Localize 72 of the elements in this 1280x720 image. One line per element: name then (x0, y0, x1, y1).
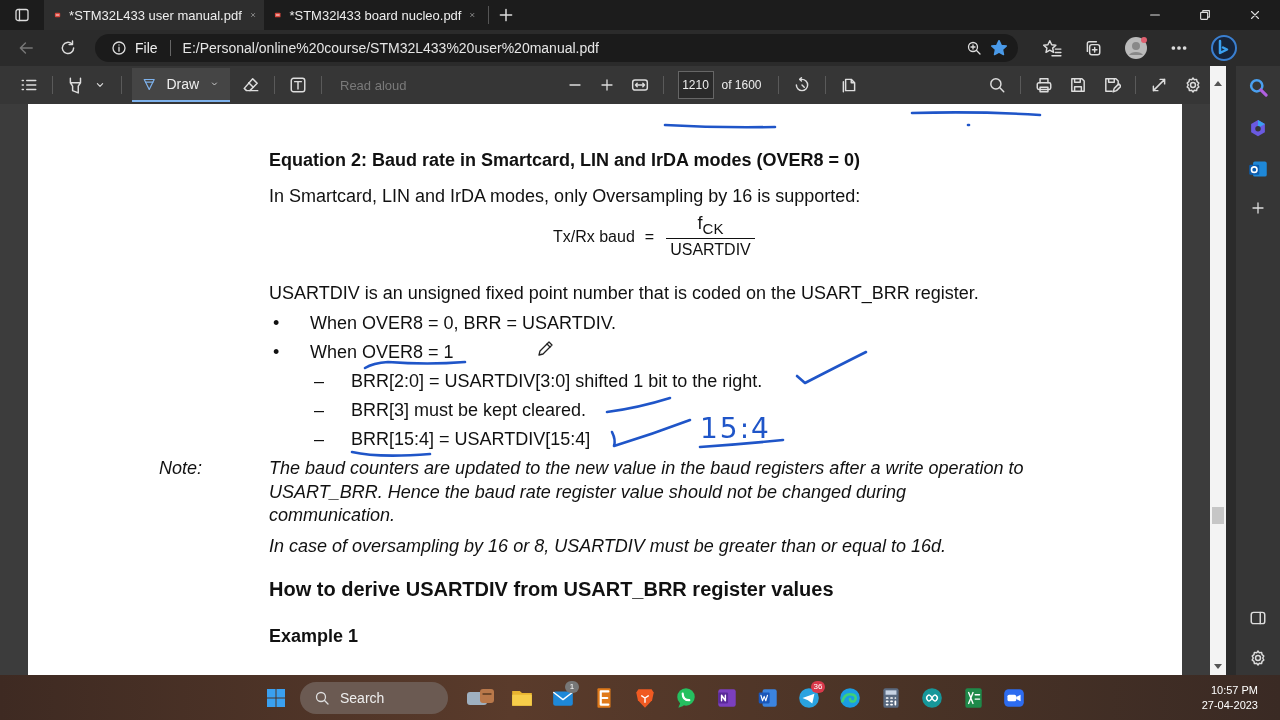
fraction-denominator: USARTDIV (666, 238, 755, 262)
chat-assistant-icon[interactable] (1210, 34, 1238, 62)
avatar-icon[interactable] (1124, 36, 1148, 60)
note-text: The baud counters are updated to the new value in the baud registers after a write operation to USART_BRR. Hence the baud rate register value should not be changed during communication. (269, 457, 1025, 527)
page-count: of 1600 (721, 78, 762, 92)
scrollbar[interactable] (1210, 66, 1226, 675)
sidebar-toggle-icon[interactable] (1249, 609, 1267, 627)
pen-icon (142, 76, 157, 92)
example-heading: Example 1 (269, 624, 360, 648)
favorites-icon[interactable] (1042, 39, 1062, 57)
collections-icon[interactable] (1084, 39, 1102, 57)
clock-time: 10:57 PM (1210, 682, 1258, 698)
fullscreen-icon[interactable] (1150, 76, 1168, 94)
scroll-up-icon[interactable] (1213, 79, 1223, 87)
close-icon[interactable] (1248, 8, 1262, 22)
list-item-text: BRR[2:0] = USARTDIV[3:0] shifted 1 bit to the right. (351, 370, 763, 393)
zoom-in-icon[interactable] (966, 40, 982, 56)
search-icon[interactable] (988, 76, 1006, 94)
browser-tab[interactable]: *STM32L433 user manual.pdf (44, 0, 264, 30)
equation-heading: Equation 2: Baud rate in Smartcard, LIN and IrDA modes (OVER8 = 0) (269, 149, 861, 172)
draw-button[interactable]: Draw (132, 68, 230, 102)
page-number-field[interactable]: 1210 (677, 71, 714, 99)
note-text: In case of oversampling by 16 or 8, USARTDIV must be greater than or equal to 16d. (269, 534, 948, 558)
list-marker: – (313, 428, 325, 451)
note-label: Note: (159, 457, 204, 480)
formula-text: Tx/Rx baud (553, 227, 635, 247)
handwritten-note: 15:4 (700, 412, 771, 445)
search-icon[interactable] (1248, 77, 1268, 97)
outlook-icon[interactable] (1248, 159, 1268, 179)
settings-icon[interactable] (1184, 76, 1202, 94)
list-item-text: BRR[3] must be kept cleared. (351, 399, 587, 422)
clock-date: 27-04-2023 (1201, 697, 1258, 713)
copilot-icon[interactable] (1248, 118, 1268, 138)
new-tab-icon[interactable] (497, 6, 515, 24)
body-text: USARTDIV is an unsigned fixed point number that is coded on the USART_BRR register. (269, 282, 980, 305)
fit-width-icon[interactable] (630, 76, 649, 94)
info-icon[interactable] (111, 40, 127, 56)
equals-sign: = (644, 227, 655, 247)
list-marker: • (272, 312, 281, 335)
list-item-text: When OVER8 = 0, BRR = USARTDIV. (310, 312, 617, 335)
add-icon[interactable] (1250, 200, 1266, 216)
save-icon[interactable] (1069, 76, 1087, 94)
print-icon[interactable] (1035, 76, 1053, 94)
star-icon[interactable] (990, 39, 1008, 57)
address-field[interactable]: File E:/Personal/online%20course/STM32L433%20user%20manual.pdf (95, 34, 1018, 62)
refresh-icon[interactable] (59, 39, 77, 57)
restore-icon[interactable] (1198, 8, 1212, 22)
scroll-down-icon[interactable] (1213, 663, 1223, 671)
list-marker: – (313, 399, 325, 422)
save-as-icon[interactable] (1103, 76, 1121, 94)
tab-actions-icon[interactable] (14, 7, 30, 23)
eraser-icon[interactable] (242, 76, 260, 94)
search-icon (314, 689, 330, 706)
list-marker: – (313, 370, 325, 393)
fraction-numerator: f$_{CK}$ (697, 212, 724, 239)
start-icon[interactable] (264, 686, 287, 709)
list-marker: • (272, 341, 281, 364)
section-heading: How to derive USARTDIV from USART_BRR register values (269, 576, 835, 601)
url-text: E:/Personal/online%20course/STM32L433%20user%20manual.pdf (182, 40, 600, 56)
text-box-icon[interactable] (289, 76, 307, 94)
scroll-thumb[interactable] (1212, 507, 1224, 524)
paper-plane-icon[interactable] (796, 685, 821, 710)
site-label: File (135, 40, 158, 56)
body-text: In Smartcard, LIN and IrDA modes, only Oversampling by 16 is supported: (269, 185, 862, 208)
browser-icon[interactable] (837, 685, 862, 710)
search-field[interactable]: Search (300, 681, 448, 714)
notification-count: 1 (565, 680, 579, 693)
list-item-text: BRR[15:4] = USARTDIV[15:4] (351, 428, 591, 451)
list-item-text: When OVER8 = 1 (310, 341, 454, 364)
notification-count: 36 (811, 680, 825, 693)
settings-icon[interactable] (1249, 649, 1267, 667)
infinity-icon[interactable] (919, 685, 944, 710)
